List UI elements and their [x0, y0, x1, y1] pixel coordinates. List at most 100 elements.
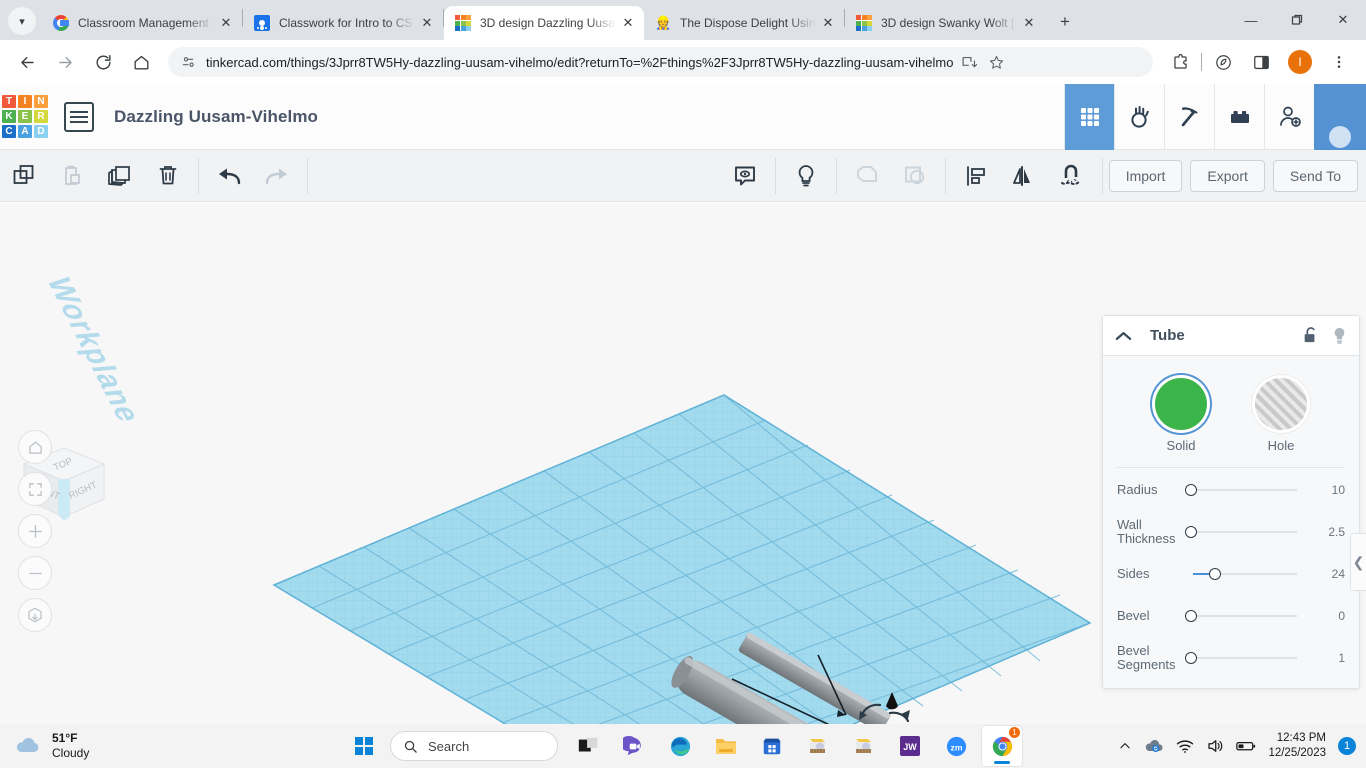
- close-icon[interactable]: ✕: [419, 15, 435, 31]
- bevel-slider[interactable]: [1185, 608, 1305, 624]
- bevel-segments-slider[interactable]: [1185, 650, 1305, 666]
- browser-tab[interactable]: 👷 The Dispose Delight Using T ✕: [644, 6, 844, 40]
- lego-brick-icon[interactable]: [1214, 84, 1264, 150]
- tinkercad-app-icon[interactable]: [798, 726, 838, 766]
- zoom-app-icon[interactable]: zm: [936, 726, 976, 766]
- group-button[interactable]: [843, 156, 891, 196]
- property-value[interactable]: 10: [1311, 483, 1345, 497]
- property-label: Sides: [1117, 566, 1150, 581]
- start-button[interactable]: [344, 726, 384, 766]
- browser-tab[interactable]: 3D design Swanky Wolt | Tin ✕: [845, 6, 1045, 40]
- pickaxe-icon[interactable]: [1164, 84, 1214, 150]
- new-tab-button[interactable]: +: [1051, 8, 1079, 36]
- browser-tab[interactable]: Classroom Management Too ✕: [42, 6, 242, 40]
- browser-tab-active[interactable]: 3D design Dazzling Uusam-V ✕: [444, 6, 644, 40]
- onedrive-icon[interactable]: [1144, 738, 1164, 754]
- show-hidden-icons[interactable]: [1118, 739, 1132, 753]
- paste-button[interactable]: [48, 156, 96, 196]
- extensions-icon[interactable]: [1165, 47, 1195, 77]
- battery-icon[interactable]: [1236, 739, 1256, 753]
- solid-option[interactable]: Solid: [1149, 378, 1213, 453]
- header-tools: [1064, 84, 1366, 150]
- wall-thickness-slider[interactable]: [1185, 524, 1305, 540]
- close-icon[interactable]: ✕: [620, 15, 636, 31]
- back-icon[interactable]: [12, 47, 42, 77]
- mirror-button[interactable]: [1000, 156, 1048, 196]
- orthographic-view-icon[interactable]: [18, 598, 52, 632]
- file-explorer-icon[interactable]: [706, 726, 746, 766]
- export-button[interactable]: Export: [1190, 159, 1265, 192]
- copy-button[interactable]: [0, 156, 48, 196]
- grid-icon[interactable]: [1064, 84, 1114, 150]
- align-button[interactable]: [952, 156, 1000, 196]
- side-panel-icon[interactable]: [1246, 47, 1276, 77]
- wifi-icon[interactable]: [1176, 738, 1194, 754]
- import-button[interactable]: Import: [1108, 159, 1183, 192]
- close-button[interactable]: ✕: [1320, 0, 1366, 40]
- browser-tab[interactable]: Classwork for Intro to CS Per ✕: [243, 6, 443, 40]
- search-button[interactable]: Search: [390, 731, 558, 761]
- tinkercad-app-icon-2[interactable]: [844, 726, 884, 766]
- jw-app-icon[interactable]: JW: [890, 726, 930, 766]
- invite-person-icon[interactable]: [1264, 84, 1314, 150]
- solid-swatch[interactable]: [1155, 378, 1207, 430]
- microsoft-store-icon[interactable]: [752, 726, 792, 766]
- workplane-magnet-button[interactable]: [1048, 156, 1096, 196]
- zoom-in-icon[interactable]: [18, 514, 52, 548]
- tinkercad-icon: [856, 15, 872, 31]
- google-chrome-icon[interactable]: 1: [982, 726, 1022, 766]
- property-value[interactable]: 0: [1311, 609, 1345, 623]
- fit-view-icon[interactable]: [18, 472, 52, 506]
- radius-slider[interactable]: [1185, 482, 1305, 498]
- maximize-button[interactable]: [1274, 0, 1320, 40]
- unlock-icon[interactable]: [1302, 326, 1318, 345]
- property-value[interactable]: 24: [1311, 567, 1345, 581]
- close-icon[interactable]: ✕: [1021, 15, 1037, 31]
- light-bulb-icon[interactable]: [1332, 326, 1347, 345]
- toolbar-divider: [198, 157, 199, 194]
- clock[interactable]: 12:43 PM 12/25/2023: [1268, 731, 1326, 761]
- leaf-saver-icon[interactable]: [1208, 47, 1238, 77]
- codeblocks-icon[interactable]: [1114, 84, 1164, 150]
- home-view-icon[interactable]: [18, 430, 52, 464]
- design-title[interactable]: Dazzling Uusam-Vihelmo: [114, 107, 318, 127]
- zoom-out-icon[interactable]: [18, 556, 52, 590]
- light-bulb-button[interactable]: [782, 156, 830, 196]
- tab-search-icon[interactable]: ▾: [8, 7, 36, 35]
- hole-option[interactable]: Hole: [1249, 378, 1313, 453]
- forward-icon[interactable]: [50, 47, 80, 77]
- microsoft-edge-icon[interactable]: [660, 726, 700, 766]
- hole-swatch[interactable]: [1255, 378, 1307, 430]
- 3d-objects[interactable]: [650, 563, 950, 724]
- home-icon[interactable]: [126, 47, 156, 77]
- notes-button[interactable]: [721, 156, 769, 196]
- weather-widget[interactable]: 51°F Cloudy: [14, 731, 89, 761]
- minimize-button[interactable]: —: [1228, 0, 1274, 40]
- send-to-button[interactable]: Send To: [1272, 159, 1358, 192]
- profile-avatar[interactable]: I: [1288, 50, 1312, 74]
- sides-slider[interactable]: [1185, 566, 1305, 582]
- address-bar[interactable]: tinkercad.com/things/3Jprr8TW5Hy-dazzlin…: [168, 47, 1153, 77]
- reload-icon[interactable]: [88, 47, 118, 77]
- 3d-canvas[interactable]: Workplane TOP RIGHT Tube Solid Hole Radi…: [0, 203, 1366, 724]
- delete-button[interactable]: [144, 156, 192, 196]
- task-view-icon[interactable]: [568, 726, 608, 766]
- close-icon[interactable]: ✕: [820, 15, 836, 31]
- volume-icon[interactable]: [1206, 738, 1224, 754]
- window-controls: — ✕: [1228, 0, 1366, 40]
- ungroup-button[interactable]: [891, 156, 939, 196]
- teams-chat-icon[interactable]: [614, 726, 654, 766]
- chevron-up-icon[interactable]: [1115, 330, 1132, 342]
- property-value[interactable]: 1: [1311, 651, 1345, 665]
- chrome-menu-icon[interactable]: [1324, 47, 1354, 77]
- notification-badge[interactable]: 1: [1338, 737, 1356, 755]
- duplicate-button[interactable]: [96, 156, 144, 196]
- tinkercad-logo-icon[interactable]: T I N K E R C A D: [2, 94, 48, 139]
- property-value[interactable]: 2.5: [1311, 525, 1345, 539]
- undo-button[interactable]: [205, 156, 253, 196]
- redo-button[interactable]: [253, 156, 301, 196]
- close-icon[interactable]: ✕: [218, 15, 234, 31]
- design-list-icon[interactable]: [64, 101, 94, 132]
- collapse-panel-button[interactable]: ❮: [1350, 533, 1366, 591]
- user-avatar[interactable]: [1314, 84, 1366, 150]
